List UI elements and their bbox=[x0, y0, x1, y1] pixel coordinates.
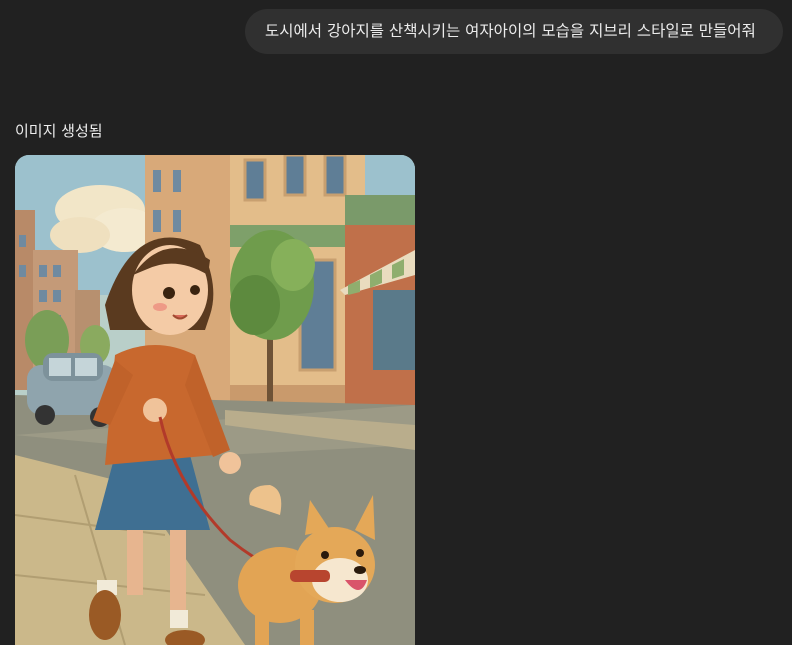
image-generated-label: 이미지 생성됨 bbox=[15, 122, 103, 140]
generated-image[interactable] bbox=[15, 155, 415, 645]
user-message-bubble: 도시에서 강아지를 산책시키는 여자아이의 모습을 지브리 스타일로 만들어줘 bbox=[245, 9, 783, 54]
user-message-text: 도시에서 강아지를 산책시키는 여자아이의 모습을 지브리 스타일로 만들어줘 bbox=[265, 22, 756, 40]
chat-thread: 도시에서 강아지를 산책시키는 여자아이의 모습을 지브리 스타일로 만들어줘 … bbox=[0, 0, 792, 645]
